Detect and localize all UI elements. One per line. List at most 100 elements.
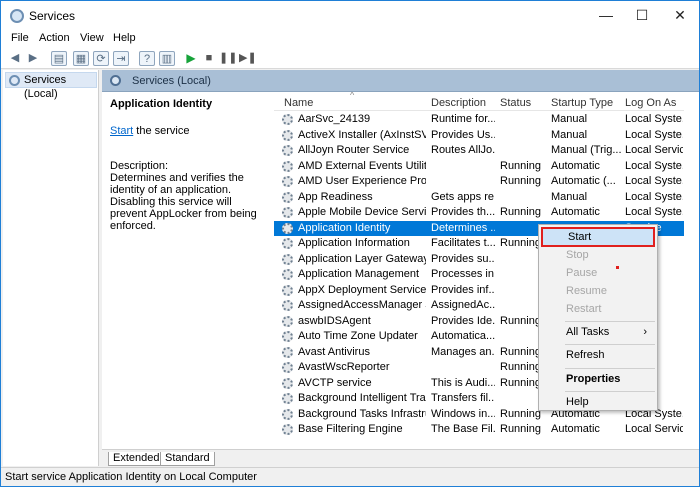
forward-arrow-icon[interactable]: ▶: [25, 51, 41, 66]
start-link-line: Start the service: [110, 125, 189, 137]
services-gear-icon: [9, 75, 20, 86]
table-row[interactable]: AllJoyn Router Service Routes AllJo... Man…: [274, 143, 684, 159]
pane-header: Services (Local): [102, 70, 699, 92]
console-tree: Services (Local): [3, 70, 99, 466]
red-marker-dot: [616, 266, 619, 269]
status-bar: Start service Application Identity on Lo…: [1, 467, 699, 486]
service-name-cell: Avast Antivirus: [298, 345, 370, 358]
restart-service-icon[interactable]: ▶❚: [239, 51, 257, 66]
service-description-cell: Facilitates t...: [431, 237, 495, 249]
context-menu-help[interactable]: Help: [541, 392, 655, 412]
back-arrow-icon[interactable]: ◀: [7, 51, 23, 66]
help-icon[interactable]: ?: [139, 51, 155, 66]
menu-action[interactable]: Action: [39, 32, 70, 44]
tab-extended[interactable]: Extended: [108, 452, 165, 466]
table-row[interactable]: AMD User Experience Progr... Running Autom…: [274, 174, 684, 190]
service-status-cell: Running: [500, 175, 541, 187]
service-gear-icon: [282, 331, 293, 342]
context-menu-resume[interactable]: Resume: [541, 281, 655, 301]
service-description-cell: Automatica...: [431, 330, 495, 342]
column-header-name[interactable]: Name: [284, 97, 313, 109]
title-bar: Services — ☐ ✕: [1, 1, 699, 31]
tree-node-label: Services (Local): [24, 74, 67, 100]
table-row[interactable]: AMD External Events Utility Running Automa…: [274, 159, 684, 175]
service-description-cell: Provides su...: [431, 252, 495, 265]
service-name-cell: AppX Deployment Service (...: [298, 283, 426, 296]
service-name-cell: Auto Time Zone Updater: [298, 330, 418, 342]
service-gear-icon: [282, 191, 293, 203]
tab-standard[interactable]: Standard: [160, 452, 215, 466]
service-name-cell: AVCTP service: [298, 376, 372, 389]
service-name-cell: Base Filtering Engine: [298, 423, 403, 435]
service-gear-icon: [282, 129, 293, 141]
column-header-log-on-as[interactable]: Log On As: [625, 97, 676, 109]
view-icon[interactable]: ▥: [159, 51, 175, 66]
context-menu-all-tasks[interactable]: All Tasks ›: [541, 322, 655, 342]
context-menu: Start Stop Pause Resume Restart All Task…: [538, 224, 658, 411]
service-description-cell: Routes AllJo...: [431, 144, 495, 156]
table-row[interactable]: Base Filtering Engine The Base Fil... Runn…: [274, 422, 684, 438]
service-gear-icon: [282, 362, 293, 373]
service-startup-type-cell: Manual (Trig...: [551, 144, 621, 156]
context-menu-stop[interactable]: Stop: [541, 245, 655, 265]
service-name-cell: AvastWscReporter: [298, 361, 390, 373]
service-gear-icon: [282, 207, 293, 218]
properties-icon[interactable]: ▦: [73, 51, 89, 66]
pause-service-icon[interactable]: ❚❚: [219, 51, 237, 66]
stop-service-icon[interactable]: ■: [201, 51, 217, 66]
description-label: Description:: [110, 160, 169, 172]
service-startup-type-cell: Manual: [551, 190, 588, 203]
service-logon-cell: Local Syste...: [625, 175, 683, 187]
table-row[interactable]: Apple Mobile Device Service Provides th..…: [274, 205, 684, 221]
close-button[interactable]: ✕: [665, 5, 695, 25]
service-logon-cell: Local Syste...: [625, 113, 683, 125]
column-header-description[interactable]: Description: [431, 97, 486, 109]
service-startup-type-cell: Manual: [551, 113, 588, 125]
refresh-icon[interactable]: ⟳: [93, 51, 109, 66]
service-gear-icon: [282, 145, 293, 156]
console-tree-icon[interactable]: ▤: [51, 51, 67, 66]
tree-node-services-local[interactable]: Services (Local): [5, 72, 97, 100]
start-service-link[interactable]: Start: [110, 125, 133, 137]
context-menu-all-tasks-label: All Tasks: [566, 326, 610, 338]
service-name-cell: Application Layer Gateway ...: [298, 252, 426, 265]
service-gear-icon: [282, 393, 293, 404]
maximize-button[interactable]: ☐: [627, 5, 657, 25]
service-name-cell: ActiveX Installer (AxInstSV): [298, 128, 426, 141]
menu-file[interactable]: File: [11, 32, 29, 44]
context-menu-properties[interactable]: Properties: [541, 369, 655, 389]
column-header-status[interactable]: Status: [500, 97, 531, 109]
service-logon-cell: Local Syste...: [625, 128, 683, 141]
service-logon-cell: Local Syste...: [625, 159, 683, 172]
service-startup-type-cell: Manual: [551, 128, 588, 141]
context-menu-pause[interactable]: Pause: [541, 263, 655, 283]
service-gear-icon: [282, 300, 293, 311]
service-gear-icon: [282, 222, 293, 234]
column-header-startup-type[interactable]: Startup Type: [551, 97, 613, 109]
service-gear-icon: [282, 284, 293, 296]
context-menu-start[interactable]: Start: [541, 227, 655, 247]
table-row[interactable]: AarSvc_24139 Runtime for... Manual Local Sy…: [274, 112, 684, 128]
start-service-icon[interactable]: ▶: [183, 51, 199, 66]
view-tabs: Extended Standard: [102, 449, 699, 466]
export-icon[interactable]: ⇥: [113, 51, 129, 66]
service-startup-type-cell: Automatic: [551, 423, 600, 435]
menu-help[interactable]: Help: [113, 32, 136, 44]
service-name-cell: Application Management: [298, 268, 420, 280]
start-link-suffix: the service: [133, 125, 190, 137]
menu-view[interactable]: View: [80, 32, 104, 44]
context-menu-refresh[interactable]: Refresh: [541, 345, 655, 365]
service-description-cell: Provides th...: [431, 206, 495, 218]
services-gear-icon: [10, 9, 24, 23]
service-name-cell: AMD External Events Utility: [298, 159, 426, 172]
table-row[interactable]: App Readiness Gets apps re... Manual Local …: [274, 190, 684, 206]
service-description-cell: Runtime for...: [431, 113, 495, 125]
description-panel: Application Identity Start the service D…: [102, 92, 274, 447]
context-menu-restart[interactable]: Restart: [541, 299, 655, 319]
minimize-button[interactable]: —: [591, 5, 621, 25]
service-name-cell: App Readiness: [298, 190, 373, 203]
service-description-cell: Determines ...: [431, 221, 495, 234]
service-gear-icon: [282, 408, 293, 420]
service-startup-type-cell: Automatic (...: [551, 175, 616, 187]
table-row[interactable]: ActiveX Installer (AxInstSV) Provides Us.…: [274, 128, 684, 144]
